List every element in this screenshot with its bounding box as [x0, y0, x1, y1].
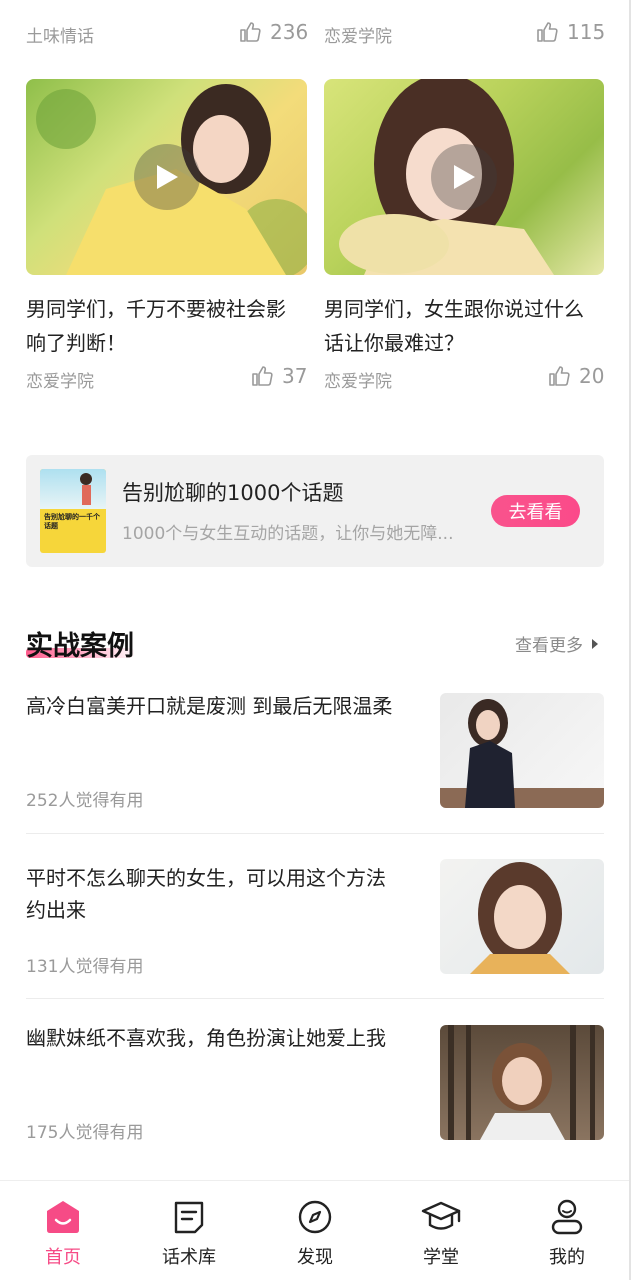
bottom-tab-bar: 首页 话术库 发现 学堂 我的: [0, 1180, 631, 1281]
case-useful-count: 175人觉得有用: [26, 1123, 144, 1143]
like-number: 115: [567, 20, 606, 44]
home-icon: [45, 1199, 81, 1235]
thumbs-up-icon: [535, 20, 559, 44]
case-thumbnail[interactable]: [440, 693, 604, 808]
script-library-icon: [173, 1199, 205, 1235]
thumbs-up-icon: [547, 364, 571, 388]
tab-discover[interactable]: 发现: [252, 1181, 378, 1281]
divider: [26, 833, 604, 834]
card-source: 土味情话: [26, 27, 94, 47]
divider: [26, 998, 604, 999]
case-title[interactable]: 高冷白富美开口就是废测 到最后无限温柔: [26, 690, 426, 722]
promo-banner[interactable]: 告别尬聊的一千个话题 告别尬聊的1000个话题 1000个与女生互动的话题，让你…: [26, 455, 604, 567]
go-see-button[interactable]: 去看看: [491, 495, 580, 527]
tab-script-library[interactable]: 话术库: [126, 1181, 252, 1281]
video-title[interactable]: 男同学们，女生跟你说过什么 话让你最难过？: [324, 292, 614, 360]
like-number: 236: [270, 20, 309, 44]
like-count[interactable]: 37: [250, 364, 307, 388]
video-thumbnail[interactable]: [26, 79, 307, 275]
user-icon: [550, 1199, 584, 1235]
banner-title: 告别尬聊的1000个话题: [122, 481, 344, 505]
tab-home[interactable]: 首页: [0, 1181, 126, 1281]
case-useful-count: 131人觉得有用: [26, 957, 144, 977]
photo-woman-forest: [448, 1025, 595, 1140]
card-source: 恋爱学院: [324, 372, 392, 392]
play-icon[interactable]: [133, 144, 200, 210]
video-title-line: 响了判断！: [26, 331, 126, 355]
like-count[interactable]: 236: [238, 20, 308, 44]
video-title-line: 男同学们，女生跟你说过什么: [324, 297, 584, 321]
card-source: 恋爱学院: [26, 372, 94, 392]
tab-label: 首页: [45, 1247, 81, 1268]
like-number: 37: [282, 364, 308, 388]
photo-woman-portrait: [470, 862, 570, 974]
book-cover: 告别尬聊的一千个话题: [40, 469, 106, 553]
section-title: 实战案例: [26, 631, 134, 662]
case-useful-count: 252人觉得有用: [26, 791, 144, 811]
case-title-line: 平时不怎么聊天的女生，可以用这个方法: [26, 866, 386, 890]
play-icon[interactable]: [431, 144, 497, 210]
tab-me[interactable]: 我的: [504, 1181, 630, 1281]
video-thumbnail[interactable]: [324, 79, 604, 275]
view-more-label: 查看更多: [515, 636, 583, 656]
video-title-line: 话让你最难过？: [324, 331, 464, 355]
compass-icon: [298, 1199, 332, 1235]
case-thumbnail[interactable]: [440, 859, 604, 974]
tab-school[interactable]: 学堂: [378, 1181, 504, 1281]
tab-label: 发现: [297, 1247, 333, 1268]
graduation-cap-icon: [421, 1199, 461, 1235]
book-cover-title: 告别尬聊的一千个话题: [44, 513, 100, 530]
card-source: 恋爱学院: [324, 27, 392, 47]
case-title[interactable]: 平时不怎么聊天的女生，可以用这个方法 约出来: [26, 862, 426, 926]
video-title[interactable]: 男同学们，千万不要被社会影 响了判断！: [26, 292, 311, 360]
thumbs-up-icon: [238, 20, 262, 44]
like-number: 20: [579, 364, 605, 388]
banner-subtitle: 1000个与女生互动的话题，让你与她无障...: [122, 524, 454, 544]
tab-label: 学堂: [423, 1247, 459, 1268]
thumbs-up-icon: [250, 364, 274, 388]
like-count[interactable]: 20: [547, 364, 604, 388]
video-title-line: 男同学们，千万不要被社会影: [26, 297, 286, 321]
tab-label: 话术库: [162, 1247, 216, 1268]
book-cover-art: [80, 473, 92, 505]
case-title-line: 约出来: [26, 898, 86, 922]
view-more-link[interactable]: 查看更多: [515, 631, 599, 656]
photo-woman-black-top: [440, 699, 604, 808]
case-thumbnail[interactable]: [440, 1025, 604, 1140]
case-title[interactable]: 幽默妹纸不喜欢我，角色扮演让她爱上我: [26, 1022, 426, 1054]
like-count[interactable]: 115: [535, 20, 605, 44]
triangle-right-icon: [591, 634, 599, 654]
tab-label: 我的: [549, 1247, 585, 1268]
